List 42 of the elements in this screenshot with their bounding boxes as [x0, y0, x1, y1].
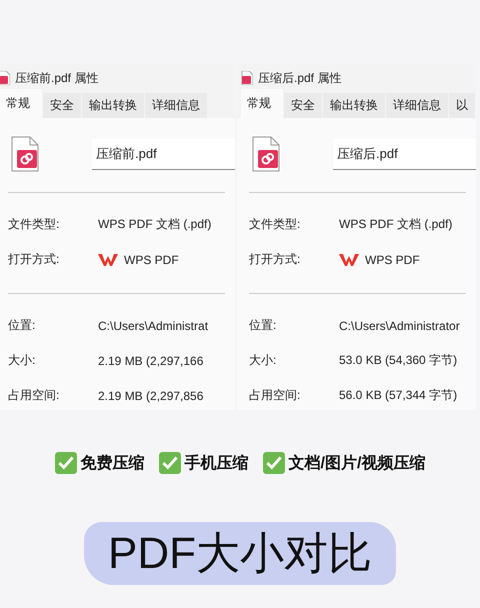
property-label: 位置:	[8, 317, 36, 334]
w-logo-icon	[98, 252, 118, 266]
property-value: C:\Users\Administrat	[98, 318, 208, 332]
property-value: C:\Users\Administrator	[339, 318, 460, 332]
property-label: 打开方式:	[249, 251, 302, 268]
property-value: WPS PDF 文档 (.pdf)	[98, 216, 212, 233]
property-label: 占用空间:	[249, 387, 302, 404]
tab[interactable]: 常规	[241, 89, 283, 118]
feature-text: 手机压缩	[184, 453, 249, 474]
tab[interactable]: 常规	[0, 89, 42, 118]
pdf-file-icon	[251, 136, 281, 172]
pdf-file-icon	[241, 71, 253, 85]
tab[interactable]: 输出转换	[82, 93, 144, 118]
tab[interactable]: 安全	[43, 93, 81, 118]
w-logo-icon	[339, 252, 359, 266]
property-label: 文件类型:	[249, 216, 302, 233]
property-label: 大小:	[8, 352, 36, 369]
tab[interactable]: 详细信息	[145, 93, 207, 118]
property-value: 53.0 KB (54,360 字节)	[339, 352, 458, 369]
feature-text: 文档/图片/视频压缩	[288, 453, 426, 474]
tab[interactable]: 输出转换	[323, 93, 385, 118]
property-label: 占用空间:	[8, 387, 60, 404]
headline: PDF大小对比	[84, 522, 396, 585]
app-name: WPS PDF	[124, 252, 179, 266]
tab[interactable]: 详细信息	[386, 93, 448, 118]
app-name: WPS PDF	[365, 252, 420, 266]
window-title: 压缩后.pdf 属性	[258, 70, 342, 86]
property-label: 文件类型:	[8, 216, 60, 233]
property-label: 打开方式:	[8, 251, 60, 268]
property-value: 2.19 MB (2,297,856	[98, 388, 204, 402]
tab[interactable]: 以	[449, 93, 475, 118]
property-value: 2.19 MB (2,297,166	[98, 354, 204, 368]
file-name-field[interactable]: 压缩前.pdf	[92, 138, 235, 170]
feature-text: 免费压缩	[80, 453, 145, 474]
property-label: 位置:	[249, 317, 278, 334]
window-title: 压缩前.pdf 属性	[15, 70, 98, 86]
property-value: 56.0 KB (57,344 字节)	[339, 387, 458, 404]
property-value: WPS PDF 文档 (.pdf)	[339, 216, 452, 233]
tab[interactable]: 安全	[284, 93, 322, 118]
file-name-field[interactable]: 压缩后.pdf	[333, 138, 476, 170]
property-label: 大小:	[249, 352, 278, 369]
pdf-file-icon	[10, 136, 40, 172]
